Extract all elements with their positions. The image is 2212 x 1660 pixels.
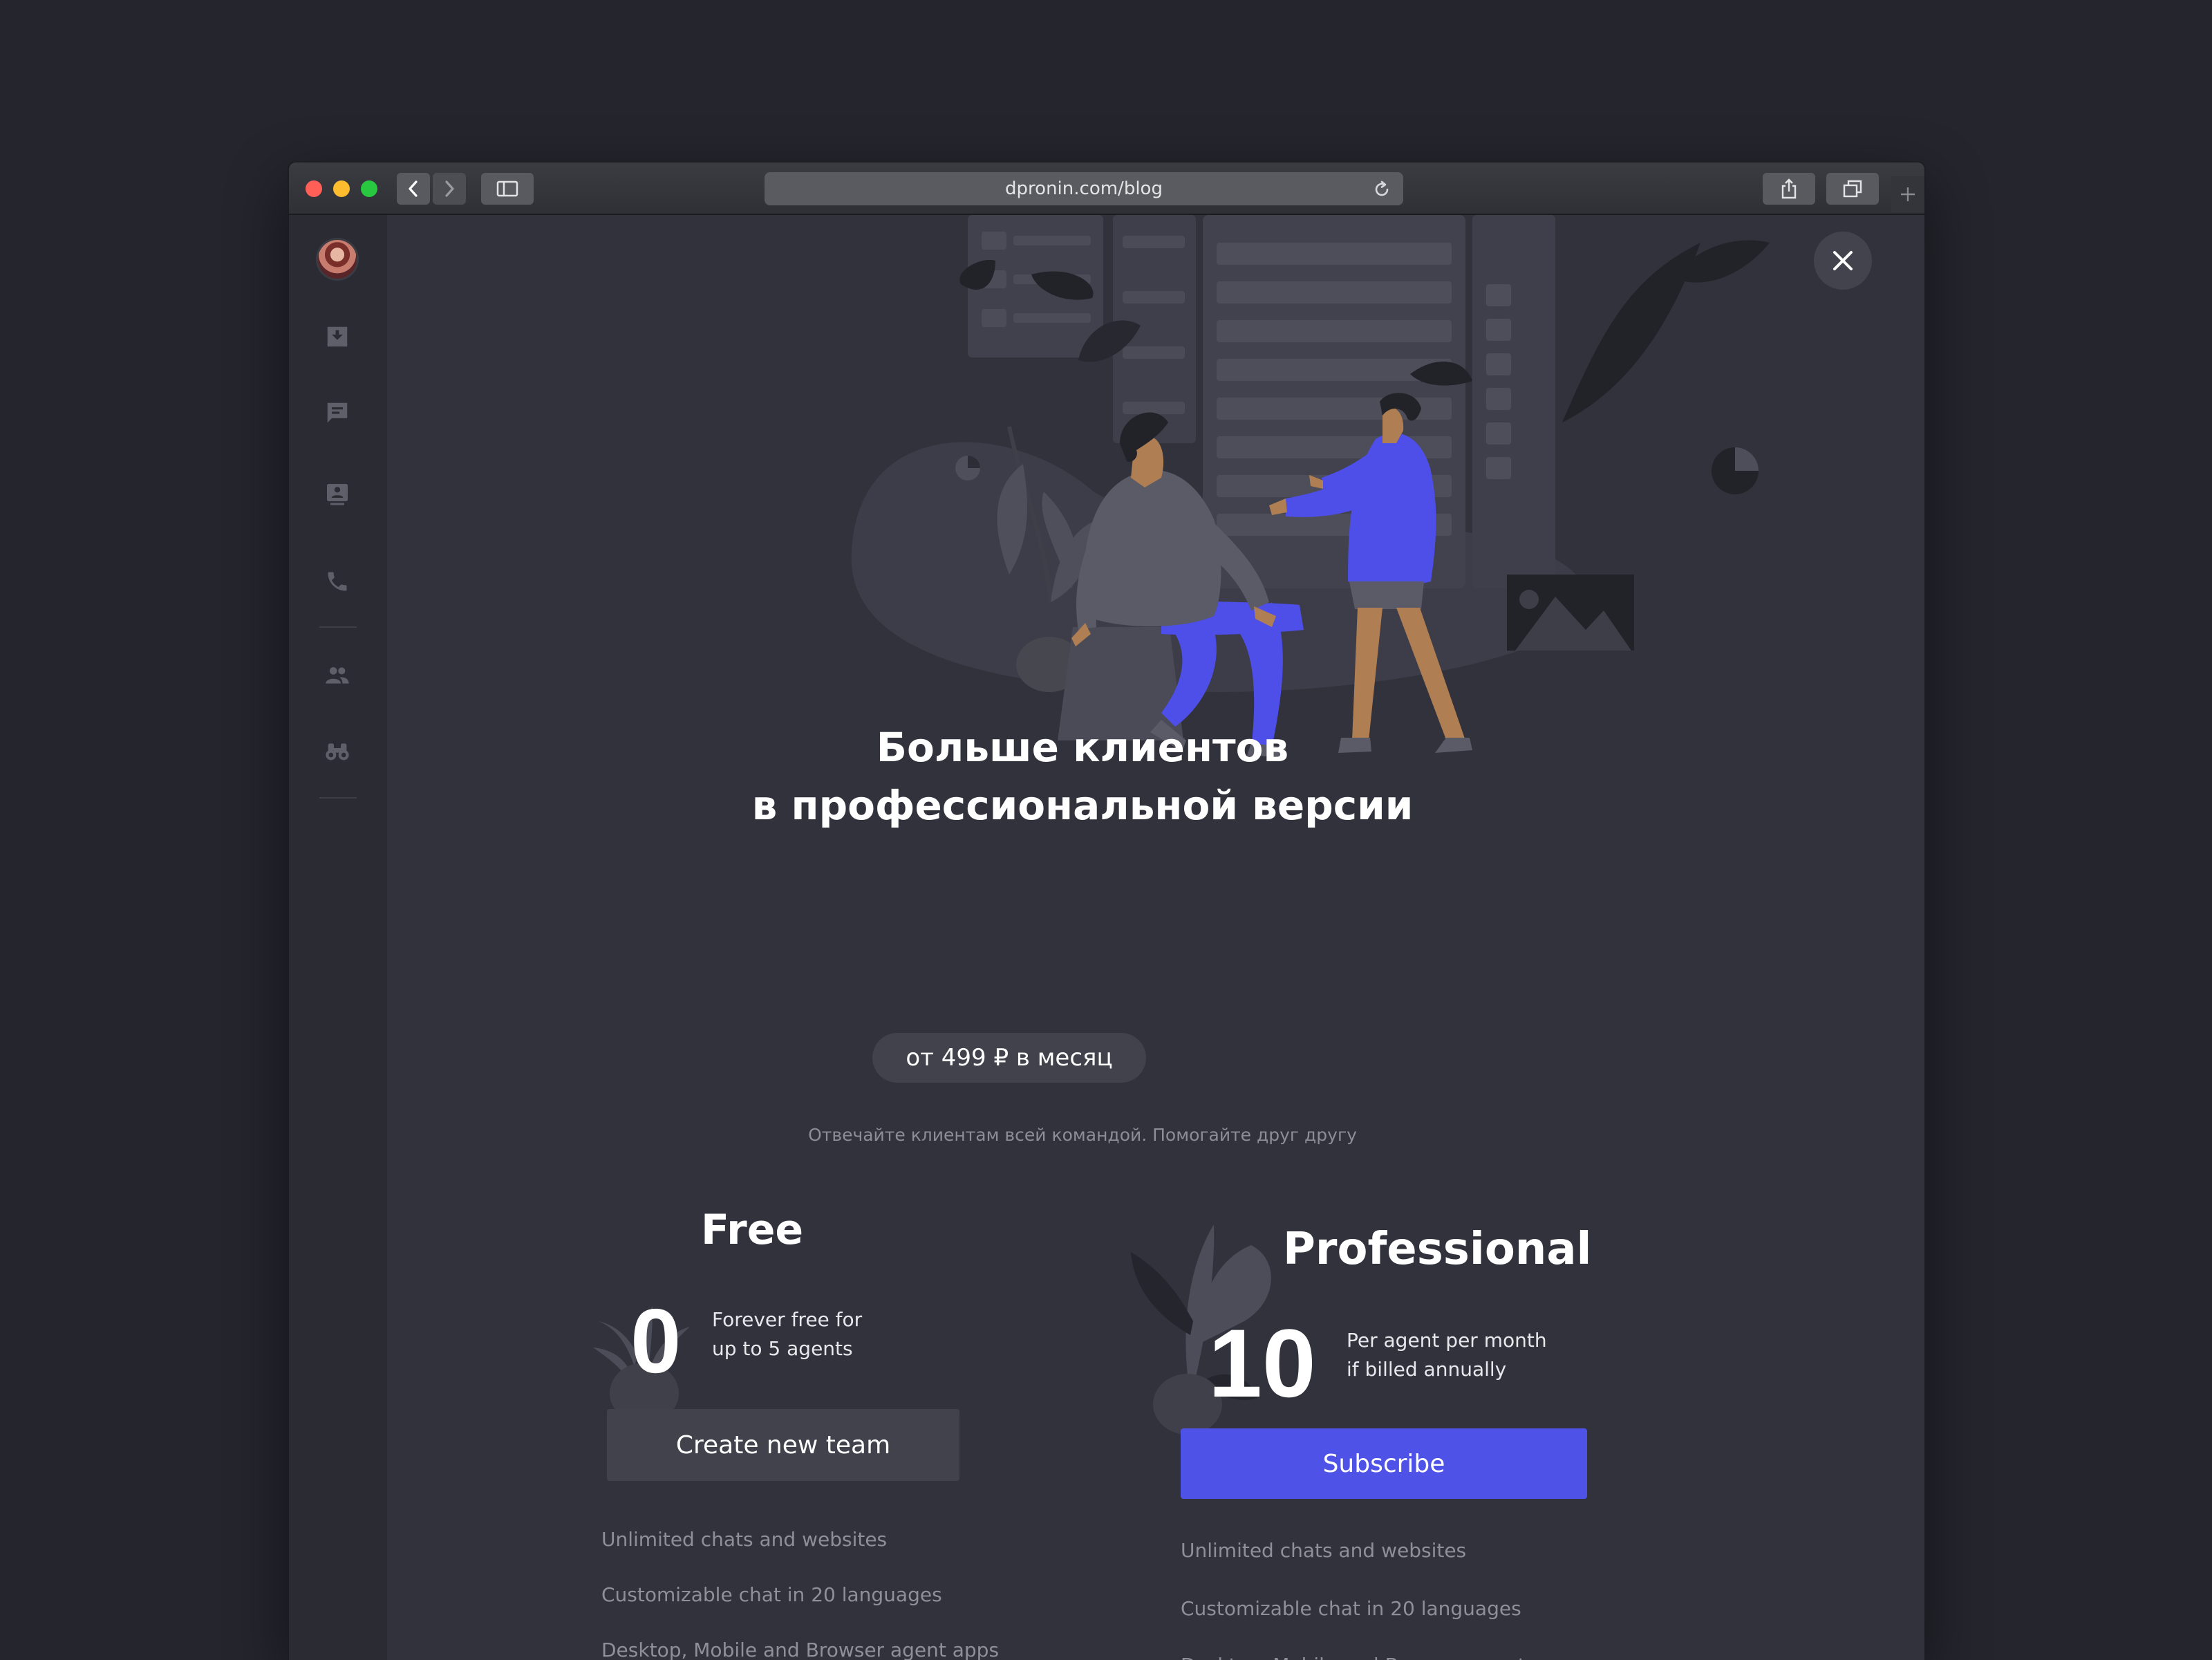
free-feature-1: Unlimited chats and websites [601, 1528, 888, 1551]
free-plan-price: 0 [630, 1290, 682, 1392]
free-plan-note-line-2: up to 5 agents [712, 1337, 853, 1360]
chat-icon [327, 402, 348, 423]
plus-icon [1901, 187, 1915, 201]
sidebar-divider [319, 797, 357, 799]
sidebar-divider [319, 626, 357, 628]
contact-card-icon [327, 484, 348, 505]
free-plan-name: Free [701, 1206, 804, 1254]
close-window-button[interactable] [306, 180, 322, 197]
url-text: dpronin.com/blog [1005, 178, 1163, 199]
close-icon [1833, 251, 1853, 270]
professional-feature-2: Customizable chat in 20 languages [1181, 1597, 1521, 1620]
chevron-right-icon [445, 180, 454, 197]
new-tab-button[interactable] [1891, 176, 1924, 212]
professional-plan-note-line-2: if billed annually [1347, 1358, 1507, 1381]
title-line-1: Больше клиентов [876, 724, 1289, 771]
sidebar-item-explore[interactable] [322, 736, 353, 767]
page-title: Больше клиентов в профессиональной верси… [387, 718, 1876, 834]
title-line-2: в профессиональной версии [751, 782, 1414, 829]
binoculars-icon [326, 743, 349, 761]
sidebar-item-inbox[interactable] [322, 321, 353, 352]
phone-icon [328, 572, 347, 591]
professional-plan-name: Professional [1283, 1224, 1592, 1275]
free-plan-note-line-1: Forever free for [712, 1308, 863, 1331]
sidebar-toggle-button[interactable] [481, 173, 534, 205]
upgrade-modal: Больше клиентов в профессиональной верси… [387, 215, 1924, 1660]
professional-plan-note-line-1: Per agent per month [1347, 1329, 1547, 1352]
subscribe-button[interactable]: Subscribe [1181, 1428, 1587, 1499]
sidebar-item-team[interactable] [322, 660, 353, 691]
sidebar-item-chats[interactable] [322, 398, 353, 428]
close-modal-button[interactable] [1814, 232, 1872, 290]
sidebar-icon [496, 180, 518, 197]
professional-plan-price: 10 [1208, 1309, 1316, 1417]
tabs-overview-button[interactable] [1826, 173, 1879, 205]
sidebar-item-calls[interactable] [322, 566, 353, 597]
sidebar-item-contacts[interactable] [322, 479, 353, 510]
share-icon [1781, 178, 1797, 199]
professional-feature-1: Unlimited chats and websites [1181, 1539, 1467, 1562]
app-sidebar [289, 215, 388, 1660]
reload-icon[interactable] [1371, 179, 1392, 200]
address-bar[interactable]: dpronin.com/blog [765, 172, 1403, 205]
professional-feature-3: Desktop, Mobile and Browser agent apps [1181, 1654, 1578, 1660]
inbox-icon [327, 326, 348, 347]
chevron-left-icon [409, 180, 418, 197]
avatar[interactable] [318, 240, 357, 279]
leaf-shape [1131, 1252, 1193, 1335]
share-button[interactable] [1763, 173, 1815, 205]
price-badge: от 499 ₽ в месяц [872, 1033, 1146, 1083]
team-icon [326, 667, 349, 684]
create-team-button[interactable]: Create new team [607, 1409, 959, 1481]
free-feature-2: Customizable chat in 20 languages [601, 1583, 942, 1606]
forward-button[interactable] [433, 173, 466, 205]
zoom-window-button[interactable] [361, 180, 377, 197]
free-feature-3: Desktop, Mobile and Browser agent apps [601, 1639, 1000, 1660]
browser-toolbar: dpronin.com/blog [289, 162, 1924, 215]
minimize-window-button[interactable] [333, 180, 350, 197]
browser-window: dpronin.com/blog Больше клиентов в профе… [289, 162, 1924, 1660]
subtitle: Отвечайте клиентам всей командой. Помога… [808, 1125, 1357, 1145]
back-button[interactable] [397, 173, 430, 205]
free-plan-note: Forever free for up to 5 agents [712, 1305, 862, 1363]
tabs-icon [1843, 180, 1862, 198]
professional-plan-note: Per agent per month if billed annually [1347, 1326, 1547, 1384]
